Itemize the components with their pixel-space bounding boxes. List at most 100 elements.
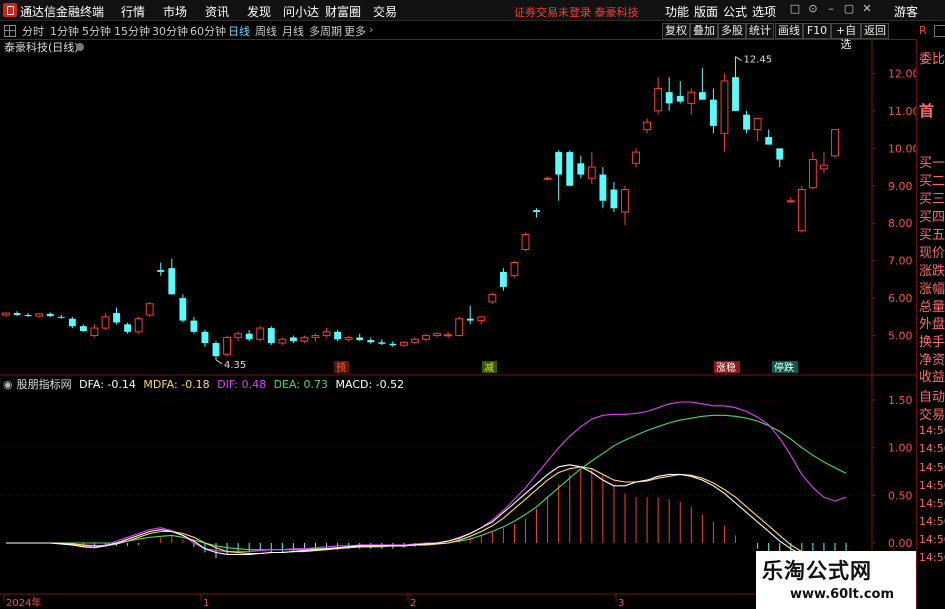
candle-body-down [168,268,176,295]
grid-icon[interactable] [4,25,16,37]
period-15min[interactable]: 15分钟 [114,23,150,39]
menu-item-wealth[interactable]: 财富圈 [322,3,364,20]
side-panel-item: 委比 [919,52,945,67]
price-axis-label: 9.00 [888,180,913,193]
candle-body-down [57,316,65,318]
chevron-right-icon[interactable]: › [369,23,373,36]
login-notice[interactable]: 证券交易未登录 泰豪科技 [514,4,639,20]
candle-body-down [698,92,706,100]
macd-axis-label: 0.50 [888,489,913,502]
candle-body-down [466,318,474,321]
legend-macd: MACD: -0.52 [335,378,405,391]
candle-body-up [510,262,519,277]
menu-item-exchange[interactable]: 市场 [154,3,196,20]
maximize-icon[interactable]: ▢ [842,2,856,16]
candle-body-down [179,298,187,321]
stock-title: 泰豪科技(日线) [4,40,79,54]
candle-body-down [533,210,540,212]
dfa-line [6,464,847,561]
high-marker [735,56,742,62]
candle-body-down [79,326,87,332]
draw-line-button[interactable]: 画线 [775,23,803,39]
candle-body-down [68,318,76,327]
side-panel-item: 收益 [919,370,945,385]
candle-body-up [2,312,10,316]
candle-body-up [322,331,331,337]
guest-label[interactable]: 游客 [894,3,918,20]
candle-body-up [753,117,762,131]
period-weekly[interactable]: 周线 [255,23,277,39]
indicator-name[interactable]: 股朋指标网 [17,378,72,391]
high-label: 12.45 [744,55,773,66]
menu-item-layout[interactable]: 版面 [693,3,719,20]
candle-body-down [356,337,364,341]
f10-button[interactable]: F10 [803,23,831,39]
back-button[interactable]: 返回 [861,23,889,39]
menu-item-discover[interactable]: 发现 [238,3,280,20]
candle-body-up [35,313,44,317]
candle-body-up [797,189,806,232]
menu-item-function[interactable]: 功能 [664,3,690,20]
panel-toggle-icon[interactable] [934,25,945,37]
top-menu: 行情 市场 资讯 发现 问小达 财富圈 交易 [112,3,406,20]
candle-body-up [278,338,287,344]
candle-body-down [13,313,21,315]
watermark: 乐淘公式网 www.60lt.com [756,551,916,609]
candle-body-down [212,343,220,357]
candle-body-down [389,343,397,346]
period-daily[interactable]: 日线 [228,23,250,39]
overlay-button[interactable]: 叠加 [690,23,718,39]
candle-body-up [643,121,652,131]
close-icon[interactable]: ✕ [860,2,874,16]
multi-stock-button[interactable]: 多股 [718,23,746,39]
period-multi[interactable]: 多周期 [309,23,342,39]
candle-body-down [245,333,253,340]
menu-item-market[interactable]: 行情 [112,3,154,20]
legend-circle-icon[interactable]: ◉ [3,378,13,391]
expand-icon[interactable]: □ [788,2,802,16]
price-axis-label: 11.00 [888,105,916,118]
side-panel-item: 14:56 [919,442,945,455]
statistics-button[interactable]: 统计 [746,23,774,39]
candle-body-down [24,314,32,317]
menu-item-formula[interactable]: 公式 [722,3,748,20]
candle-body-up [455,318,464,337]
candle-body-up [720,80,729,134]
kline-chart[interactable]: 12.0011.0010.009.008.007.006.005.001.501… [0,39,916,609]
menu-item-trade[interactable]: 交易 [364,3,406,20]
minimize-icon[interactable]: – [824,2,838,16]
lock-icon[interactable]: ⊙ [806,2,820,16]
candle-body-up [632,151,640,164]
period-monthly[interactable]: 月线 [282,23,304,39]
candle-body-down [599,174,607,201]
signal-tag: 停跌 [774,361,794,374]
candle-body-down [555,152,563,175]
mdfa-line [6,466,847,561]
period-more[interactable]: 更多 [344,23,366,39]
period-30min[interactable]: 30分钟 [152,23,188,39]
period-intraday[interactable]: 分时 [22,23,44,39]
side-panel-item: 14:56 [919,533,945,546]
side-panel-item: 14:56 [919,515,945,528]
candle-body-up [786,200,795,203]
period-5min[interactable]: 5分钟 [82,23,111,39]
time-axis-label: 1 [203,598,209,609]
side-panel-item: 买四 [919,210,945,225]
price-axis-label: 6.00 [888,292,913,305]
low-marker [215,359,223,365]
dif-line [6,401,847,553]
side-panel-item: 买三 [919,192,945,207]
menu-item-ask[interactable]: 问小达 [280,3,322,20]
candle-body-up [145,303,154,316]
r-badge: R [919,24,927,37]
period-1min[interactable]: 1分钟 [50,23,79,39]
signal-tag: 预 [336,362,346,374]
menu-item-options[interactable]: 选项 [751,3,777,20]
signal-tag: 减 [484,362,494,374]
menu-item-news[interactable]: 资讯 [196,3,238,20]
side-panel-item: 涨跌 [919,264,945,279]
add-watchlist-button[interactable]: +自选 [831,23,861,51]
candle-body-up [256,327,265,340]
period-60min[interactable]: 60分钟 [190,23,226,39]
restore-rights-button[interactable]: 复权 [662,23,690,39]
